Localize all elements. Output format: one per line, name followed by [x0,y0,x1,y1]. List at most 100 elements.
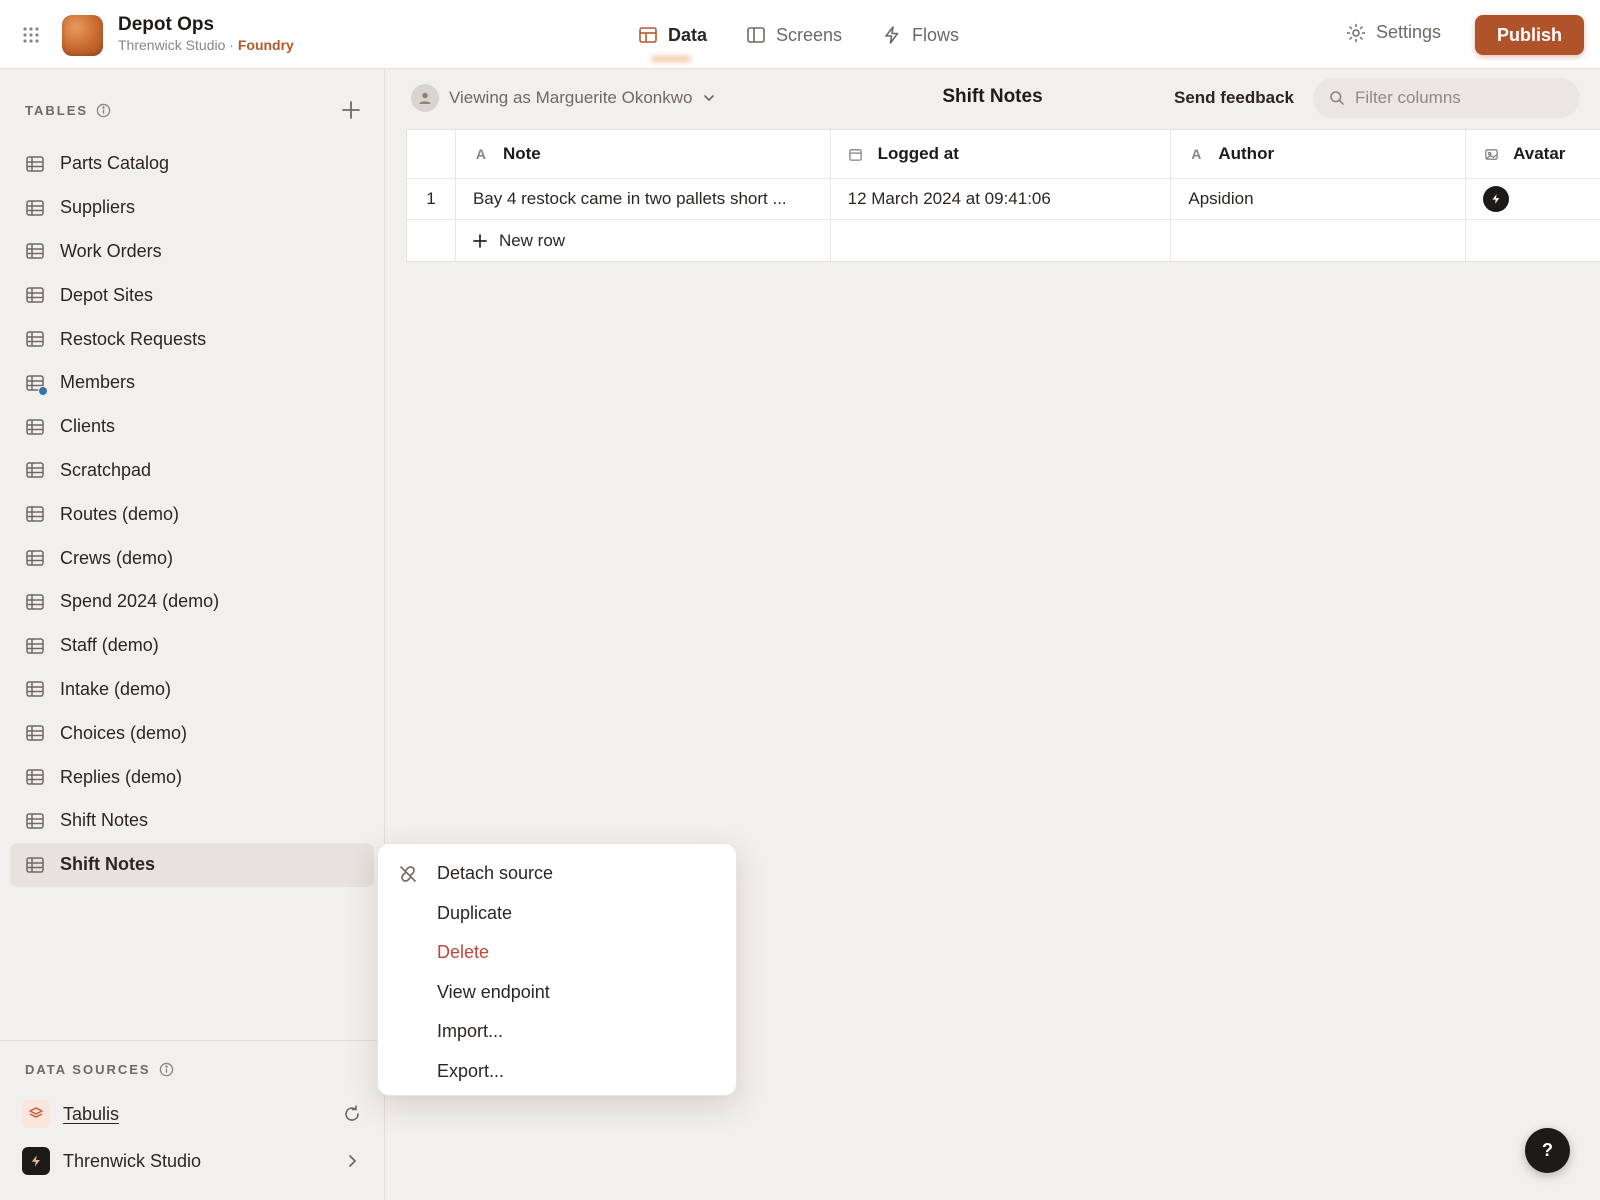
sidebar-table-label: Intake (demo) [60,678,172,699]
sidebar-table-item[interactable]: Depot Sites [10,273,374,317]
empty-cell [1466,220,1600,261]
column-header-avatar[interactable]: Avatar [1466,130,1600,178]
sidebar-table-item[interactable]: Replies (demo) [10,755,374,799]
cell-avatar[interactable] [1466,179,1600,219]
top-bar: Depot Ops Threnwick Studio · Foundry Dat… [0,0,1600,69]
subtitle-separator: · [229,37,234,53]
source-threnwick-label: Threnwick Studio [63,1150,202,1171]
cell-author[interactable]: Apsidion [1171,179,1467,219]
column-header-note[interactable]: A Note [456,130,831,178]
calendar-icon [848,147,864,162]
tables-heading-label: TABLES [25,103,89,118]
app-name: Depot Ops [118,14,215,35]
viewing-as-selector[interactable]: Viewing as Marguerite Okonkwo [411,84,716,112]
menu-item-view-endpoint[interactable]: View endpoint [378,973,736,1013]
table-icon [26,243,44,260]
grid-header-row: A Note Logged at A Author Avatar [407,130,1600,179]
sidebar-table-item[interactable]: Staff (demo) [10,624,374,668]
sidebar-table-item[interactable]: Spend 2024 (demo) [10,580,374,624]
bolt-icon [1483,186,1510,212]
sidebar-table-item[interactable]: Scratchpad [10,449,374,493]
text-type-icon: A [1191,146,1202,162]
column-header-logged-at[interactable]: Logged at [831,130,1172,178]
filter-columns-input[interactable] [1355,88,1565,108]
sidebar-table-item[interactable]: Clients [10,405,374,449]
page-title: Shift Notes [942,86,1043,107]
image-icon [1483,147,1499,162]
tab-flows[interactable]: Flows [882,22,959,48]
sidebar-table-item[interactable]: Parts Catalog [10,142,374,186]
menu-item-duplicate[interactable]: Duplicate [378,894,736,934]
sidebar-table-label: Staff (demo) [60,635,159,656]
tab-data[interactable]: Data [638,22,707,48]
link-off-icon [400,866,416,882]
sidebar-layout-icon [747,27,765,43]
table-context-menu: Detach source Duplicate Delete View endp… [377,843,737,1096]
sidebar-table-item[interactable]: Restock Requests [10,317,374,361]
column-header-author[interactable]: A Author [1171,130,1467,178]
sidebar: TABLES Parts Catalog Suppliers Work Orders… [0,69,385,1200]
sidebar-table-item[interactable]: Shift Notes [10,799,374,843]
table-icon [26,594,44,610]
menu-item-import[interactable]: Import... [378,1012,736,1052]
refresh-icon[interactable] [342,1104,362,1124]
tab-screens[interactable]: Screens [746,22,842,48]
sidebar-table-item[interactable]: Intake (demo) [10,668,374,712]
publish-button[interactable]: Publish [1475,15,1584,55]
sidebar-table-item[interactable]: Shift Notes [10,842,374,887]
sidebar-table-item[interactable]: Choices (demo) [10,711,374,755]
sidebar-table-label: Suppliers [60,197,136,218]
help-button[interactable]: ? [1525,1128,1570,1173]
table-icon [26,813,44,829]
search-icon [1330,91,1344,105]
send-feedback-button[interactable]: Send feedback [1174,88,1294,108]
source-tabulis[interactable]: Tabulis [22,1099,362,1129]
tab-screens-label: Screens [776,24,843,45]
settings-button[interactable]: Settings [1346,22,1441,43]
table-icon [26,681,44,698]
sidebar-table-label: Restock Requests [60,328,207,349]
add-table-plus-icon[interactable] [340,99,362,121]
sidebar-table-label: Scratchpad [60,459,152,480]
app-logo[interactable] [62,15,103,56]
menu-item-import-label: Import... [437,1021,504,1042]
menu-item-detach-source[interactable]: Detach source [378,854,736,894]
table-icon [26,550,44,566]
cell-logged-at[interactable]: 12 March 2024 at 09:41:06 [831,179,1172,219]
text-type-icon: A [475,146,487,162]
sidebar-table-item[interactable]: Routes (demo) [10,492,374,536]
column-header-note-label: Note [502,144,541,163]
sidebar-table-label: Work Orders [60,240,162,261]
plus-icon [473,233,487,248]
sidebar-table-item[interactable]: Suppliers [10,186,374,230]
sidebar-table-label: Depot Sites [60,284,154,305]
tab-data-label: Data [668,24,708,45]
source-threnwick-studio[interactable]: Threnwick Studio [22,1146,362,1176]
person-icon [419,92,431,104]
menu-item-delete[interactable]: Delete [378,933,736,973]
chevron-right-icon[interactable] [342,1151,362,1171]
table-icon [26,637,44,654]
sidebar-table-item[interactable]: Crews (demo) [10,536,374,580]
menu-item-export[interactable]: Export... [378,1052,736,1092]
table-icon [26,331,44,347]
column-header-logged-at-label: Logged at [877,144,959,163]
active-tab-indicator [651,56,691,62]
table-row[interactable]: 1 Bay 4 restock came in two pallets shor… [407,179,1600,220]
source-tabulis-label[interactable]: Tabulis [63,1104,119,1125]
new-row-row: New row [407,220,1600,261]
column-header-avatar-label: Avatar [1513,144,1566,163]
user-avatar [411,84,439,112]
info-icon[interactable] [159,1062,174,1077]
sidebar-table-item[interactable]: Members [10,361,374,405]
sidebar-table-label: Replies (demo) [60,766,183,787]
filter-columns-field[interactable] [1313,78,1580,118]
apps-grid-icon[interactable] [22,26,40,44]
info-icon[interactable] [96,103,111,118]
new-row-button[interactable]: New row [456,220,831,261]
table-icon [26,506,44,523]
column-header-author-label: Author [1218,144,1275,163]
sidebar-table-label: Clients [60,416,116,437]
cell-note[interactable]: Bay 4 restock came in two pallets short … [456,179,831,219]
sidebar-table-item[interactable]: Work Orders [10,230,374,274]
